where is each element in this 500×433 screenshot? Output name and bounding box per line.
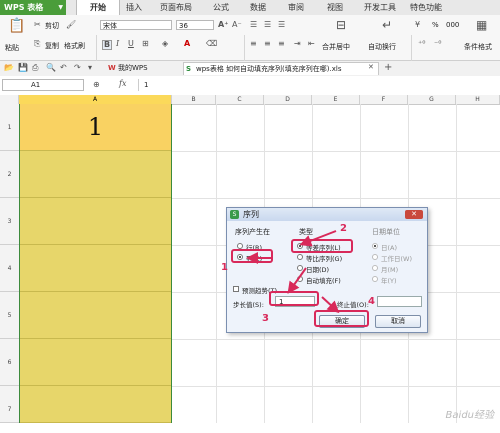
- arrow-to-step: [287, 267, 307, 294]
- arrow-to-linear: [299, 230, 337, 247]
- annotation-arrows: [246, 230, 340, 314]
- arrow-to-ok: [321, 296, 340, 314]
- watermark: Baidu经验: [445, 410, 494, 421]
